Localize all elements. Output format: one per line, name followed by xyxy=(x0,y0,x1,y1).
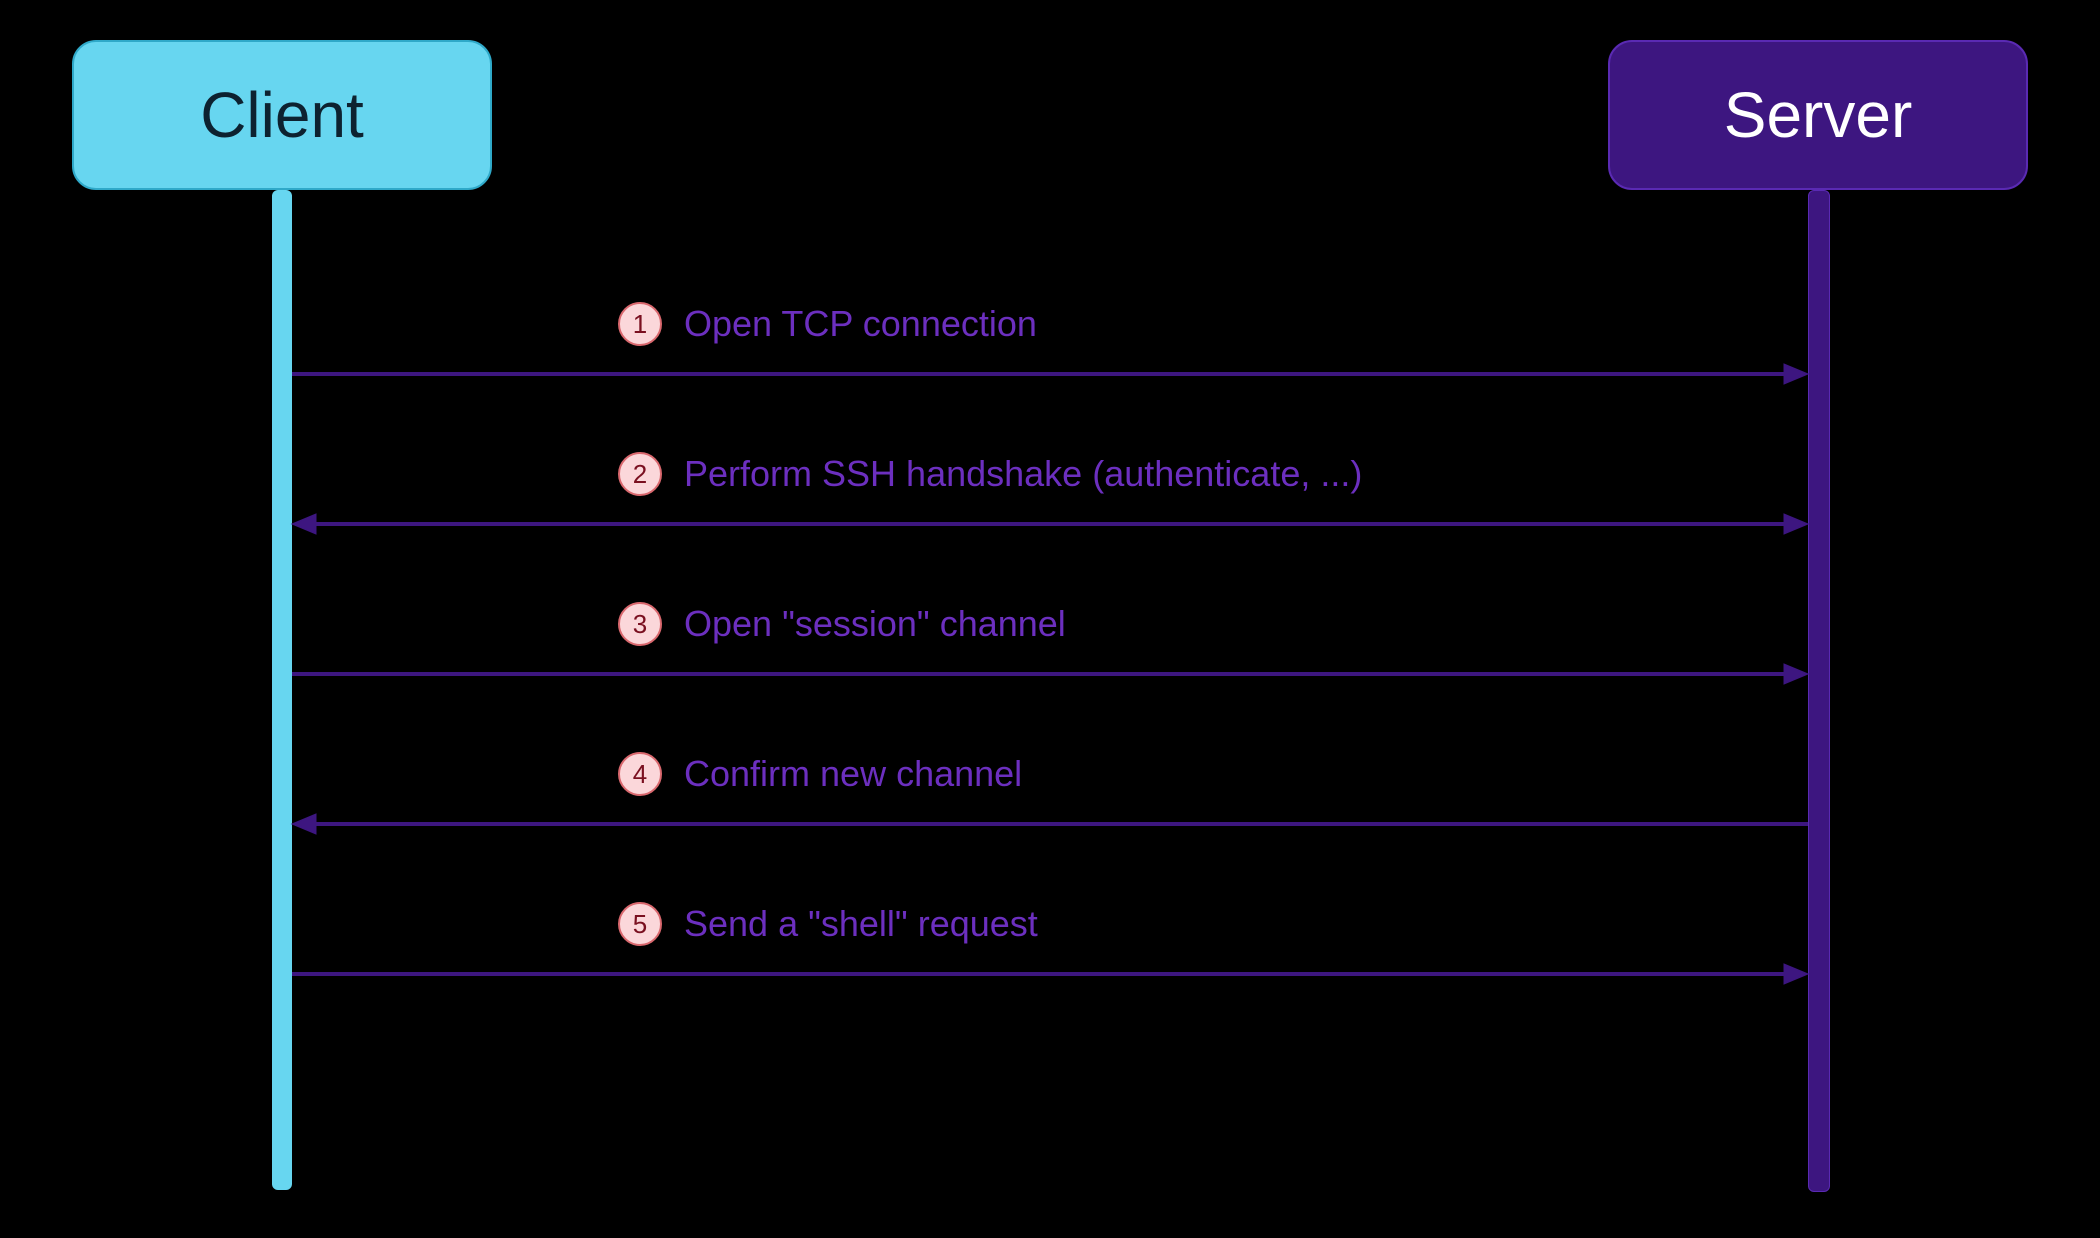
step-badge: 5 xyxy=(618,902,662,946)
message-row-3: 3 Open "session" channel xyxy=(618,596,1066,652)
message-row-1: 1 Open TCP connection xyxy=(618,296,1037,352)
step-badge: 3 xyxy=(618,602,662,646)
step-badge: 2 xyxy=(618,452,662,496)
arrow-right-icon xyxy=(292,960,1808,988)
step-badge: 4 xyxy=(618,752,662,796)
sequence-diagram: Client Server 1 Open TCP connection 2 Pe… xyxy=(0,0,2100,1238)
message-label: Perform SSH handshake (authenticate, ...… xyxy=(684,453,1362,495)
lifeline-client xyxy=(272,190,292,1190)
participant-server: Server xyxy=(1608,40,2028,190)
message-label: Open TCP connection xyxy=(684,303,1037,345)
arrow-right-icon xyxy=(292,360,1808,388)
lifeline-server xyxy=(1808,190,1830,1192)
message-row-2: 2 Perform SSH handshake (authenticate, .… xyxy=(618,446,1362,502)
step-badge: 1 xyxy=(618,302,662,346)
message-row-5: 5 Send a "shell" request xyxy=(618,896,1038,952)
message-label: Open "session" channel xyxy=(684,603,1066,645)
arrow-right-icon xyxy=(292,660,1808,688)
message-row-4: 4 Confirm new channel xyxy=(618,746,1022,802)
participant-client: Client xyxy=(72,40,492,190)
participant-client-label: Client xyxy=(200,78,364,152)
message-label: Confirm new channel xyxy=(684,753,1022,795)
arrow-double-icon xyxy=(292,510,1808,538)
participant-server-label: Server xyxy=(1724,78,1913,152)
arrow-left-icon xyxy=(292,810,1808,838)
message-label: Send a "shell" request xyxy=(684,903,1038,945)
